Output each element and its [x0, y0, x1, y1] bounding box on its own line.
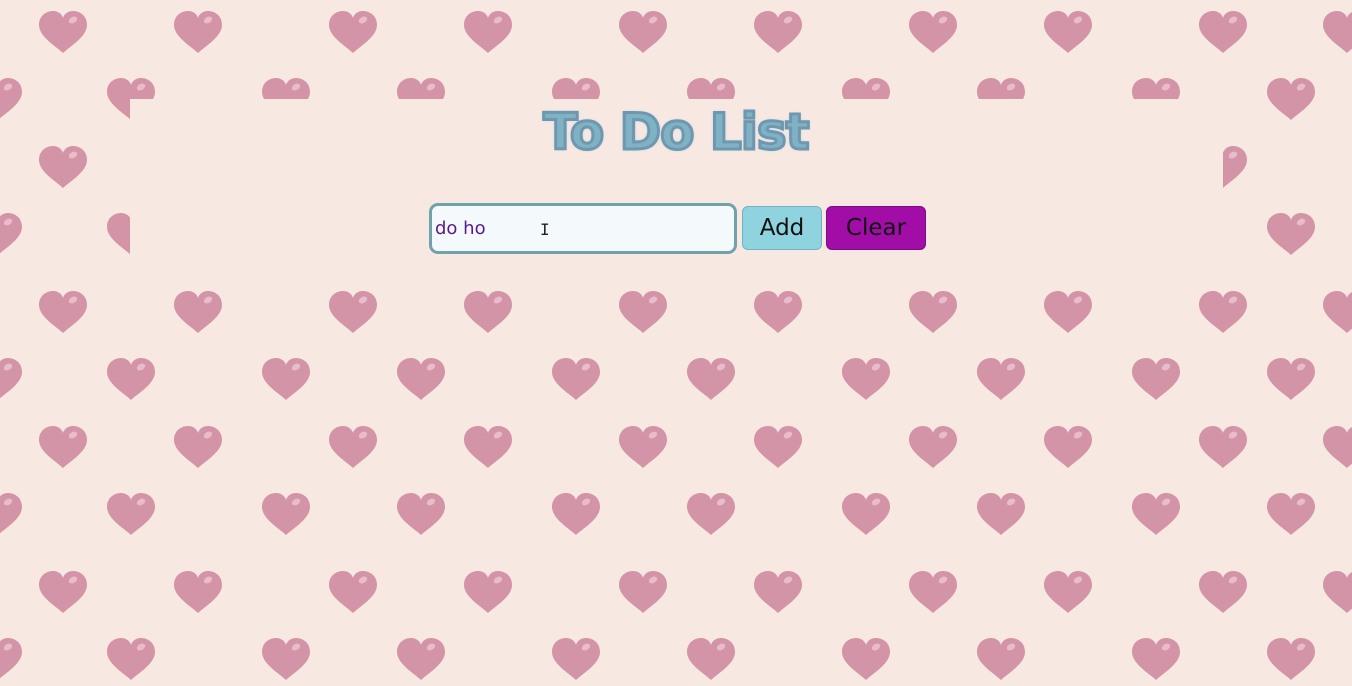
page-title: To Do List [542, 102, 811, 163]
todo-input[interactable] [429, 203, 737, 254]
clear-button[interactable]: Clear [826, 206, 926, 250]
add-button[interactable]: Add [742, 206, 822, 250]
text-cursor-icon: Ι [540, 220, 550, 239]
